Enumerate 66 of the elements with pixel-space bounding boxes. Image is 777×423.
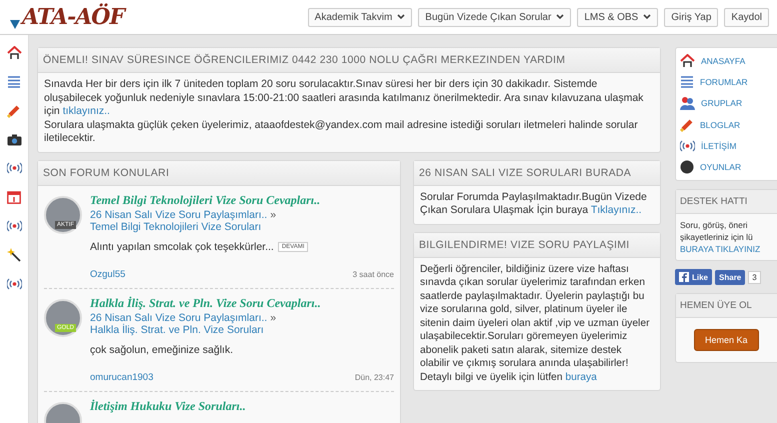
panel-title: HEMEN ÜYE OL [676, 294, 777, 318]
menu-item[interactable]: OYUNLAR [680, 160, 773, 174]
triangle-icon [10, 19, 20, 29]
pen-icon[interactable] [7, 104, 21, 118]
subforum-link[interactable]: Halkla İliş. Strat. ve Pln. Vize Soruları [90, 324, 264, 336]
topic-title-link[interactable]: Temel Bilgi Teknolojileri Vize Soru Cevapları.. [90, 192, 320, 208]
panel-title: DESTEK HATTI [676, 190, 777, 214]
nav-button[interactable]: LMS & OBS [577, 8, 658, 26]
support-text: Soru, görüş, öneri şikayetleriniz için lü [680, 219, 754, 243]
menu-item[interactable]: FORUMLAR [680, 76, 773, 88]
pen-icon [680, 118, 694, 132]
list-icon [680, 76, 694, 88]
caret-icon [556, 14, 564, 20]
notice-text: Sorulara ulaşmakta güçlük çeken üyelerimiz, ataaofdestek@yandex.com mail adresine istediği soruları iletmeleri halinde sorular iletilecektir. [44, 118, 639, 146]
nav-button[interactable]: Giriş Yap [664, 8, 718, 26]
breadcrumb-separator: » [270, 312, 276, 324]
caret-icon [643, 14, 652, 20]
facebook-icon [679, 272, 689, 282]
forum-link[interactable]: 26 Nisan Salı Vize Soru Paylaşımları.. [90, 312, 268, 324]
post-excerpt: Alıntı yapılan smcolak çok teşekkürler... [90, 240, 274, 252]
like-button[interactable]: Like [675, 269, 712, 285]
menu-item[interactable]: BLOGLAR [680, 118, 773, 132]
support-link[interactable]: BURAYA TIKLAYINIZ [680, 243, 773, 255]
subforum-link[interactable]: Temel Bilgi Teknolojileri Vize Soruları [90, 220, 262, 232]
list-icon[interactable] [7, 76, 21, 88]
panel-title: SON FORUM KONULARI [38, 160, 400, 186]
nav-button[interactable]: Kaydol [724, 8, 769, 26]
breadcrumb-separator: » [270, 208, 276, 220]
share-button[interactable]: Share [715, 270, 746, 284]
site-logo[interactable]: ATA-AÖF [22, 5, 124, 29]
people-icon [680, 96, 695, 110]
forum-link[interactable]: 26 Nisan Salı Vize Soru Paylaşımları.. [90, 208, 268, 220]
caret-icon [397, 14, 406, 20]
broadcast-icon[interactable] [6, 278, 22, 290]
info-more-text: Detaylı bilgi ve üyelik için lütfen buraya [420, 370, 598, 384]
signup-button[interactable]: Hemen Ka [694, 329, 759, 351]
broadcast-icon[interactable] [6, 220, 22, 232]
username-link[interactable]: Ozgul55 [90, 268, 126, 280]
menu-item[interactable]: GRUPLAR [680, 96, 773, 110]
info-text: Değerli öğrenciler, bildiğiniz üzere vize haftası sınavda çıkan sorular üyelerimiz tarafından erken saatlerde paylaşılmaktadır. Üyelerin paylaştığı bu vize sorularına gold, silver, platinum üyeler ile sitenin daim üyeleri olan aktif ,vip ve uzman üyeler ulaşabilecektir.Soruları göremeyen üyelerimiz abonelik paketi satın alarak, sitemize destek olabilir ve çıkmış sorulara anında ulaşabilirler! [420, 262, 651, 370]
home-icon [680, 54, 695, 68]
username-link[interactable]: omurucan1903 [90, 372, 154, 382]
panel-title: ÖNEMLI! SINAV SÜRESINCE ÖĞRENCILERIMIZ 0442 230 1000 NOLU ÇAĞRI MERKEZINDEN YARDIM [38, 48, 660, 73]
notice-link[interactable]: tıklayınız.. [62, 105, 110, 117]
wand-icon[interactable] [7, 248, 21, 262]
post-time: Dün, 23:47 [354, 372, 394, 382]
broadcast-icon[interactable] [6, 162, 22, 174]
nav-button[interactable]: Bugün Vizede Çıkan Sorular [418, 8, 572, 26]
camera-icon[interactable] [6, 134, 22, 146]
announcement-text: Sorular Forumda Paylaşılmaktadır.Bugün Vizede Çıkan Sorulara Ulaşmak İçin buraya Tıklayınız.. [420, 190, 648, 218]
menu-item[interactable]: ANASAYFA [680, 54, 773, 68]
home-icon[interactable] [6, 46, 22, 60]
panel-title: BILGILENDIRME! VIZE SORU PAYLAŞIMI [414, 232, 660, 258]
share-count: 3 [748, 270, 761, 284]
panel-title: 26 NISAN SALI VIZE SORULARI BURADA [414, 160, 660, 186]
topic-title-link[interactable]: Halkla İliş. Strat. ve Pln. Vize Soru Cevapları.. [90, 296, 321, 310]
announcement-link[interactable]: Tıklayınız.. [590, 204, 642, 216]
nav-button[interactable]: Akademik Takvim [308, 8, 412, 26]
menu-item[interactable]: İLETİŞİM [680, 140, 773, 152]
post-time: 3 saat önce [352, 270, 394, 278]
broadcast-icon [680, 140, 695, 152]
info-link[interactable]: buraya [565, 372, 597, 382]
topic-title-link[interactable]: İletişim Hukuku Vize Soruları.. [90, 398, 246, 414]
notice-text: Sınavda Her bir ders için ilk 7 üniteden toplam 20 soru sorulacaktır.Sınav süresi her bir ders için 30 dakikadır. Sistemde oluşabilecek yoğunluk nedeniyle sınavlara 15:00-21:00 saatleri arasında katılmanız önerilmektedir. Ara sınav kılavuzana ulaşmak için tıklayınız.. [44, 78, 644, 118]
post-excerpt: çok sağolun, emeğinize sağlık. [90, 344, 233, 356]
calendar-icon[interactable] [7, 190, 21, 204]
